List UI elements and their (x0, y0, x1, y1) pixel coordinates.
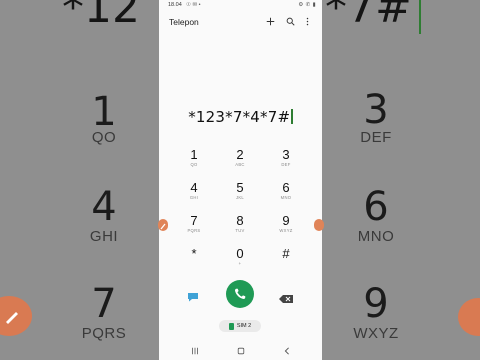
key-0[interactable]: 0 + (220, 247, 260, 273)
key-letters: QO (190, 162, 198, 167)
key-digit: 7 (190, 213, 198, 228)
key-digit: 1 (190, 147, 198, 162)
bg-key-6-letters: MNO (357, 228, 395, 245)
key-letters: MNO (280, 195, 292, 200)
bg-number-left: *12 (62, 0, 140, 33)
key-letters: JKL (235, 195, 245, 200)
key-9[interactable]: 9 WXYZ (266, 214, 306, 240)
key-digit: 3 (282, 147, 290, 162)
bg-caret (419, 0, 421, 34)
bg-key-1: 1 (91, 89, 117, 135)
sim-selector[interactable]: SIM 2 (219, 320, 261, 332)
backspace-icon[interactable] (279, 290, 293, 303)
dialed-number-display[interactable]: *123*7*4*7# (159, 108, 322, 126)
phone-icon (235, 288, 246, 299)
key-letters: DEF (281, 162, 291, 167)
key-letters: TUV (235, 228, 245, 233)
sim-label: SIM 2 (236, 323, 252, 329)
bg-side-icon (458, 298, 480, 336)
search-icon[interactable] (284, 15, 296, 27)
key-1[interactable]: 1 QO (174, 148, 214, 174)
bg-key-4-letters: GHI (89, 228, 119, 245)
bg-edit-icon (0, 296, 32, 336)
key-digit: 6 (282, 180, 290, 195)
key-7[interactable]: 7 PQRS (174, 214, 214, 240)
app-title: Telepon (169, 17, 199, 27)
key-digit: * (191, 246, 197, 261)
chat-icon[interactable] (187, 289, 199, 302)
recent-apps-icon[interactable] (188, 345, 202, 357)
key-letters: + (238, 261, 242, 266)
key-digit: 2 (236, 147, 244, 162)
key-letters: GHI (189, 195, 199, 200)
key-digit: 9 (282, 213, 290, 228)
bg-key-7-letters: PQRS (81, 325, 127, 342)
sim-icon (228, 322, 234, 330)
home-icon[interactable] (234, 345, 248, 357)
key-8[interactable]: 8 TUV (220, 214, 260, 240)
key-letters: WXYZ (279, 228, 293, 233)
key-digit: 5 (236, 180, 244, 195)
bg-key-6: 6 (363, 184, 389, 230)
key-hash[interactable]: # (266, 247, 306, 273)
key-digit: # (282, 246, 290, 261)
key-6[interactable]: 6 MNO (266, 181, 306, 207)
key-star[interactable]: * (174, 247, 214, 273)
back-icon[interactable] (280, 345, 294, 357)
key-digit: 4 (190, 180, 198, 195)
status-notification-icons: ☉ ✉ • (186, 2, 201, 8)
key-digit: 8 (236, 213, 244, 228)
key-letters: PQRS (187, 228, 201, 233)
more-vert-icon[interactable] (301, 15, 313, 27)
bg-key-7: 7 (91, 281, 117, 327)
key-digit: 0 (236, 246, 244, 261)
dialed-number: *123*7*4*7# (188, 108, 291, 126)
app-bar: Telepon (159, 12, 322, 30)
bg-key-9-letters: WXYZ (353, 325, 399, 342)
edge-panel-right-handle[interactable] (314, 219, 324, 231)
status-system-icons: ⚙ ✆ ▮ (298, 2, 316, 8)
status-bar: 18.04 ☉ ✉ • ⚙ ✆ ▮ (159, 0, 322, 10)
edge-panel-left-handle[interactable] (158, 219, 168, 231)
bg-key-1-letters: QO (91, 129, 117, 146)
bg-number-right: *7# (325, 0, 412, 33)
bg-key-4: 4 (91, 184, 117, 230)
plus-icon[interactable] (264, 15, 276, 27)
call-button[interactable] (226, 280, 254, 308)
text-caret (291, 109, 293, 124)
key-2[interactable]: 2 ABC (220, 148, 260, 174)
key-3[interactable]: 3 DEF (266, 148, 306, 174)
bg-key-9: 9 (363, 281, 389, 327)
bg-key-3: 3 (363, 87, 389, 133)
navigation-bar (159, 342, 322, 360)
bg-key-3-letters: DEF (360, 129, 392, 146)
key-4[interactable]: 4 GHI (174, 181, 214, 207)
key-5[interactable]: 5 JKL (220, 181, 260, 207)
key-letters: ABC (235, 162, 245, 167)
status-time: 18.04 (168, 2, 182, 8)
